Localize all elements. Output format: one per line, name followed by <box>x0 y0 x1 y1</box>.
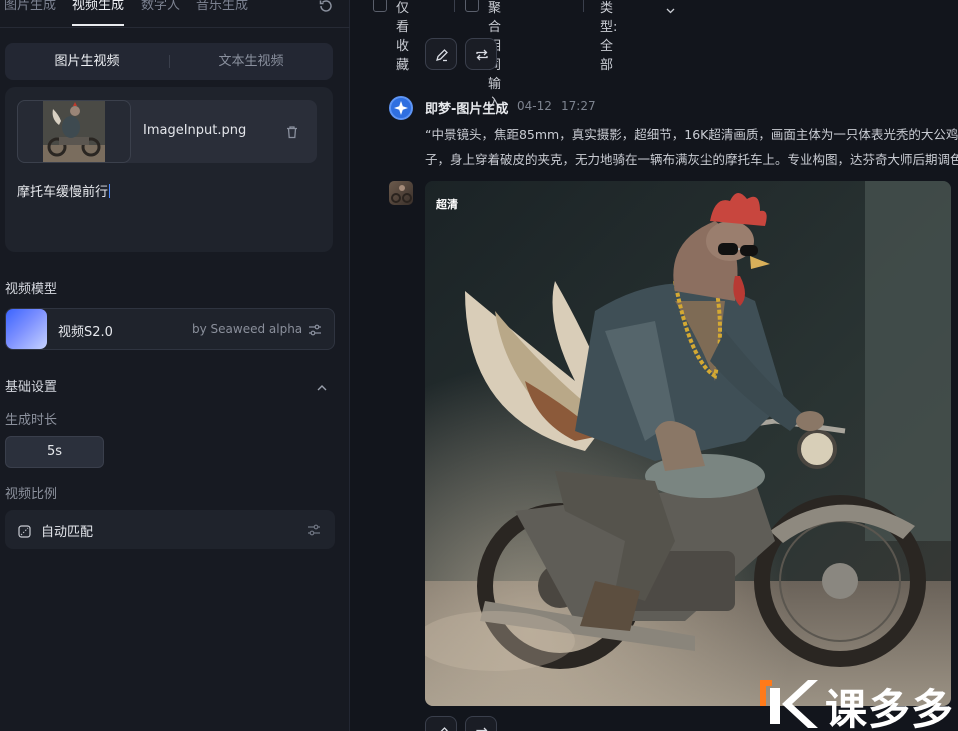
settings-sliders-icon[interactable] <box>308 322 322 336</box>
text-to-video-option[interactable]: 文本生视频 <box>169 43 333 80</box>
tab-music-generation[interactable]: 音乐生成 <box>196 0 248 26</box>
text-caret <box>109 184 111 198</box>
message-time: 17:27 <box>561 99 596 113</box>
bot-avatar <box>389 96 413 120</box>
image-to-video-option[interactable]: 图片生视频 <box>5 43 169 80</box>
basic-settings-title: 基础设置 <box>5 380 58 395</box>
message-author: 即梦-图片生成 <box>425 102 509 117</box>
rooster-thumbnail-image <box>43 101 105 162</box>
tab-video-generation[interactable]: 视频生成 <box>72 0 125 26</box>
sparkle-icon <box>394 101 408 115</box>
edit-button[interactable] <box>425 716 457 731</box>
settings-sliders-icon[interactable] <box>307 522 321 536</box>
quality-badge: 超清 <box>436 198 458 211</box>
refresh-icon[interactable] <box>318 0 334 14</box>
generation-tabs: 图片生成 视频生成 数字人 音乐生成 <box>0 0 350 28</box>
favorites-only-checkbox[interactable] <box>373 0 387 12</box>
pencil-icon <box>440 727 448 731</box>
duration-label: 生成时长 <box>5 413 58 428</box>
results-panel: 仅看收藏 聚合相同输入 类型: 全部 即梦-图片生成 04-12 17:27 “… <box>351 0 958 731</box>
uploaded-file-card: ImageInput.png <box>17 100 317 163</box>
regenerate-button[interactable] <box>465 38 497 70</box>
edit-button[interactable] <box>425 38 457 70</box>
model-icon <box>6 309 47 349</box>
prompt-text[interactable]: 摩托车缓慢前行 <box>17 181 111 200</box>
message-date: 04-12 <box>517 99 552 113</box>
repeat-icon <box>476 49 488 61</box>
filter-divider <box>454 0 455 12</box>
uploaded-image-thumbnail[interactable] <box>17 100 131 163</box>
ratio-selector[interactable]: 自动匹配 <box>5 510 335 549</box>
filter-divider <box>583 0 584 12</box>
model-selector[interactable]: 视频S2.0 by Seaweed alpha <box>5 308 335 350</box>
ratio-label: 视频比例 <box>5 487 58 502</box>
delete-icon[interactable] <box>285 124 299 139</box>
aspect-ratio-icon <box>18 523 31 538</box>
model-provider: by Seaweed alpha <box>192 322 303 336</box>
watermark-logo-icon <box>760 680 818 728</box>
ratio-value: 自动匹配 <box>41 525 94 540</box>
type-filter-dropdown[interactable]: 类型: 全部 <box>600 0 617 73</box>
description-line: 子，身上穿着破皮的夹克，无力地骑在一辆布满灰尘的摩托车上。专业构图，达芬奇大师后… <box>425 152 958 167</box>
description-line: “中景镜头，焦距85mm，真实摄影，超细节，16K超清画质，画面主体为一只体表光… <box>425 127 958 142</box>
merge-same-input-checkbox[interactable] <box>465 0 479 12</box>
user-avatar <box>389 181 413 205</box>
rooster-motorcycle-image <box>425 181 951 706</box>
watermark: 课多多 <box>758 674 958 731</box>
model-section-title: 视频模型 <box>5 282 58 297</box>
left-panel: 图片生成 视频生成 数字人 音乐生成 图片生视频 文本生视频 ImageInpu… <box>0 0 350 731</box>
model-name: 视频S2.0 <box>58 325 113 340</box>
pencil-icon <box>436 49 448 62</box>
favorites-only-label[interactable]: 仅看收藏 <box>396 0 409 73</box>
duration-5s-button[interactable]: 5s <box>5 436 104 468</box>
regenerate-button[interactable] <box>465 716 497 731</box>
chevron-down-icon[interactable] <box>666 3 675 14</box>
generated-image[interactable]: 超清 <box>425 181 951 706</box>
mode-switch: 图片生视频 文本生视频 <box>5 43 333 80</box>
uploaded-filename: ImageInput.png <box>143 123 247 138</box>
repeat-icon <box>476 727 488 731</box>
tab-image-generation[interactable]: 图片生成 <box>4 0 56 26</box>
tab-digital-human[interactable]: 数字人 <box>141 0 180 26</box>
message-description: “中景镜头，焦距85mm，真实摄影，超细节，16K超清画质，画面主体为一只体表光… <box>425 122 958 172</box>
watermark-text: 课多多 <box>825 685 955 731</box>
chevron-up-icon[interactable] <box>316 378 328 391</box>
prompt-input-box[interactable]: ImageInput.png 摩托车缓慢前行 <box>5 87 333 252</box>
